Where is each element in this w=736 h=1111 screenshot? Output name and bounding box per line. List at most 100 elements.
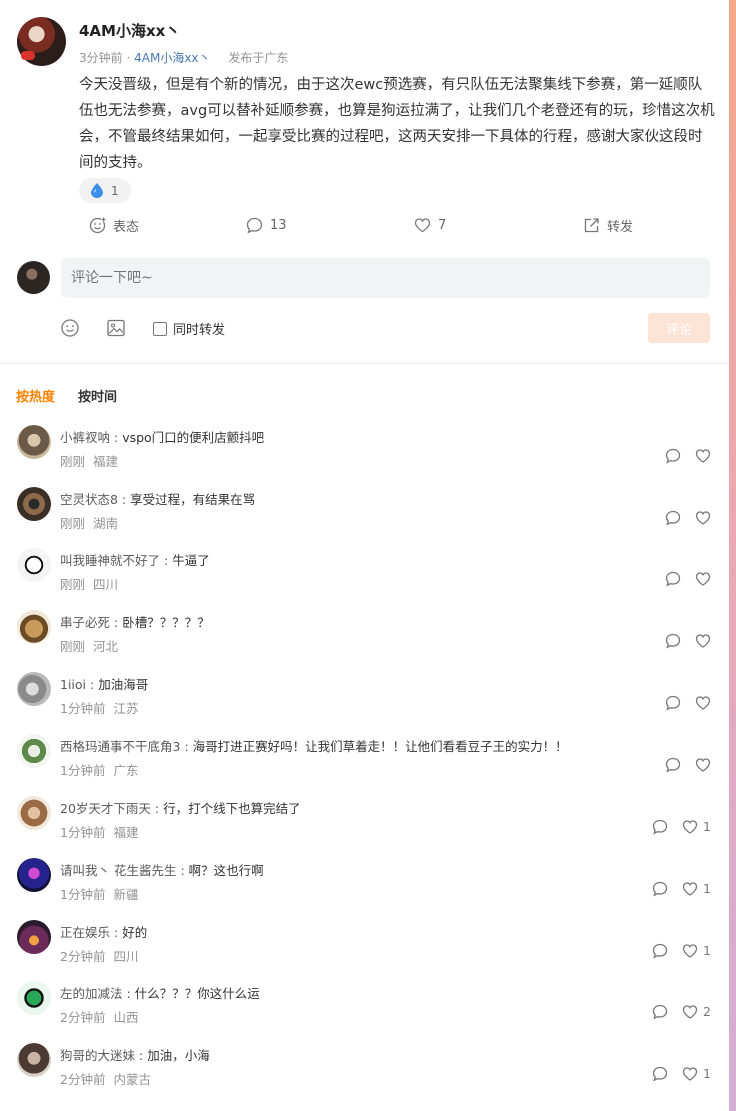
reply-icon[interactable]	[652, 1066, 668, 1082]
author-avatar[interactable]	[17, 17, 66, 66]
image-icon[interactable]	[106, 318, 126, 338]
post-meta: 3分钟前 · 4AM小海xx丶 发布于广东	[79, 49, 288, 66]
repost-checkbox-row[interactable]: 同时转发	[153, 319, 225, 338]
comment-separator: :	[110, 430, 123, 445]
comment-text: 好的	[122, 925, 148, 940]
comment-separator: :	[160, 553, 173, 568]
commenter-avatar[interactable]	[17, 920, 51, 954]
comment-time: 1分钟前	[60, 701, 106, 716]
comment-separator: :	[110, 925, 123, 940]
commenter-avatar[interactable]	[17, 858, 51, 892]
heart-icon[interactable]	[682, 943, 698, 959]
tab-sort-by-time[interactable]: 按时间	[78, 386, 117, 405]
speech-bubble-icon	[246, 217, 263, 234]
comment-meta: 1分钟前 新疆	[60, 884, 138, 903]
comment-separator: :	[117, 492, 131, 507]
tab-sort-by-hot[interactable]: 按热度	[16, 386, 55, 405]
comment-meta: 2分钟前 山西	[60, 1007, 138, 1026]
comment-action-button[interactable]: 13	[246, 212, 287, 238]
author-name[interactable]: 4AM小海xx丶	[79, 20, 180, 41]
comment-input[interactable]	[61, 258, 710, 298]
commenter-avatar[interactable]	[17, 672, 51, 706]
reply-icon[interactable]	[652, 881, 668, 897]
comment-line: 1iioi : 加油海哥	[60, 674, 148, 693]
reply-icon[interactable]	[652, 1004, 668, 1020]
post-time[interactable]: 3分钟前	[79, 51, 123, 65]
reply-icon[interactable]	[665, 633, 681, 649]
commenter-name[interactable]: 正在娱乐	[60, 925, 110, 940]
reply-icon[interactable]	[665, 510, 681, 526]
meta-separator: ·	[126, 51, 131, 65]
commenter-name[interactable]: 空灵状态8	[60, 492, 118, 507]
post-location: 发布于广东	[228, 51, 289, 65]
submit-comment-button[interactable]: 评论	[648, 313, 710, 343]
comment-location: 福建	[113, 825, 139, 840]
commenter-avatar[interactable]	[17, 548, 51, 582]
comment-meta: 刚刚 河北	[60, 636, 118, 655]
comment-location: 内蒙古	[113, 1072, 151, 1087]
commenter-avatar[interactable]	[17, 610, 51, 644]
like-count: 7	[438, 217, 447, 233]
commenter-avatar[interactable]	[17, 981, 51, 1015]
comment-text: 什么？？？你这什么运	[134, 986, 260, 1001]
comment-meta: 1分钟前 福建	[60, 822, 138, 841]
reply-icon[interactable]	[665, 757, 681, 773]
comment-text: 啊？这也行啊	[188, 863, 264, 878]
react-button[interactable]: 表态	[89, 212, 139, 238]
emoji-icon[interactable]	[60, 318, 80, 338]
reply-icon[interactable]	[652, 943, 668, 959]
heart-icon[interactable]	[682, 1066, 698, 1082]
commenter-avatar[interactable]	[17, 734, 51, 768]
commenter-name[interactable]: 1iioi	[60, 677, 86, 692]
heart-icon[interactable]	[695, 633, 711, 649]
commenter-name[interactable]: 叫我睡神就不好了	[60, 553, 160, 568]
comment-time: 刚刚	[60, 454, 86, 469]
reply-icon[interactable]	[665, 448, 681, 464]
comment-item: 叫我睡神就不好了 : 牛逼了 刚刚 四川	[0, 548, 729, 610]
heart-icon[interactable]	[682, 881, 698, 897]
like-action-button[interactable]: 7	[414, 212, 446, 238]
comment-location: 新疆	[113, 887, 139, 902]
reply-icon[interactable]	[652, 819, 668, 835]
heart-icon[interactable]	[682, 819, 698, 835]
comment-location: 四川	[93, 577, 119, 592]
commenter-name[interactable]: 狗哥的大迷妹	[60, 1048, 135, 1063]
commenter-avatar[interactable]	[17, 487, 51, 521]
comment-like-count: 2	[703, 1004, 711, 1019]
heart-icon[interactable]	[695, 695, 711, 711]
commenter-name[interactable]: 请叫我丶 花生酱先生	[60, 863, 176, 878]
commenter-name[interactable]: 串子必死	[60, 615, 110, 630]
section-divider	[0, 363, 729, 364]
heart-icon[interactable]	[695, 571, 711, 587]
commenter-avatar[interactable]	[17, 1043, 51, 1077]
smile-plus-icon	[89, 216, 106, 233]
reply-icon[interactable]	[665, 695, 681, 711]
comment-text: 牛逼了	[172, 553, 210, 568]
commenter-name[interactable]: 西格玛通事不干底角3	[60, 739, 180, 754]
heart-icon[interactable]	[682, 1004, 698, 1020]
comment-line: 空灵状态8 : 享受过程，有结果在骂	[60, 489, 255, 508]
comment-like-count: 1	[703, 1066, 711, 1081]
commenter-name[interactable]: 小裤衩呐	[60, 430, 110, 445]
comment-line: 20岁天才下雨天 : 行，打个线下也算完结了	[60, 798, 301, 817]
repost-button[interactable]: 转发	[583, 212, 633, 238]
comment-text: 加油，小海	[147, 1048, 210, 1063]
heart-icon[interactable]	[695, 510, 711, 526]
repost-checkbox[interactable]	[153, 321, 167, 336]
commenter-name[interactable]: 20岁天才下雨天	[60, 801, 151, 816]
heart-icon[interactable]	[695, 757, 711, 773]
reaction-pill[interactable]: 1	[79, 178, 131, 203]
comment-line: 左的加减法 : 什么？？？你这什么运	[60, 983, 260, 1002]
comment-item: 1iioi : 加油海哥 1分钟前 江苏	[0, 672, 729, 734]
comment-separator: :	[150, 801, 164, 816]
reply-icon[interactable]	[665, 571, 681, 587]
reaction-count: 1	[111, 183, 119, 198]
commenter-avatar[interactable]	[17, 425, 51, 459]
heart-icon[interactable]	[695, 448, 711, 464]
commenter-name[interactable]: 左的加减法	[60, 986, 123, 1001]
post-source[interactable]: 4AM小海xx丶	[134, 51, 210, 65]
comment-item: 西格玛通事不干底角3 : 海哥打进正赛好吗！让我们草着走！！让他们看看豆子王的实…	[0, 734, 729, 796]
comment-line: 请叫我丶 花生酱先生 : 啊？这也行啊	[60, 860, 264, 879]
comment-meta: 刚刚 福建	[60, 451, 118, 470]
commenter-avatar[interactable]	[17, 796, 51, 830]
